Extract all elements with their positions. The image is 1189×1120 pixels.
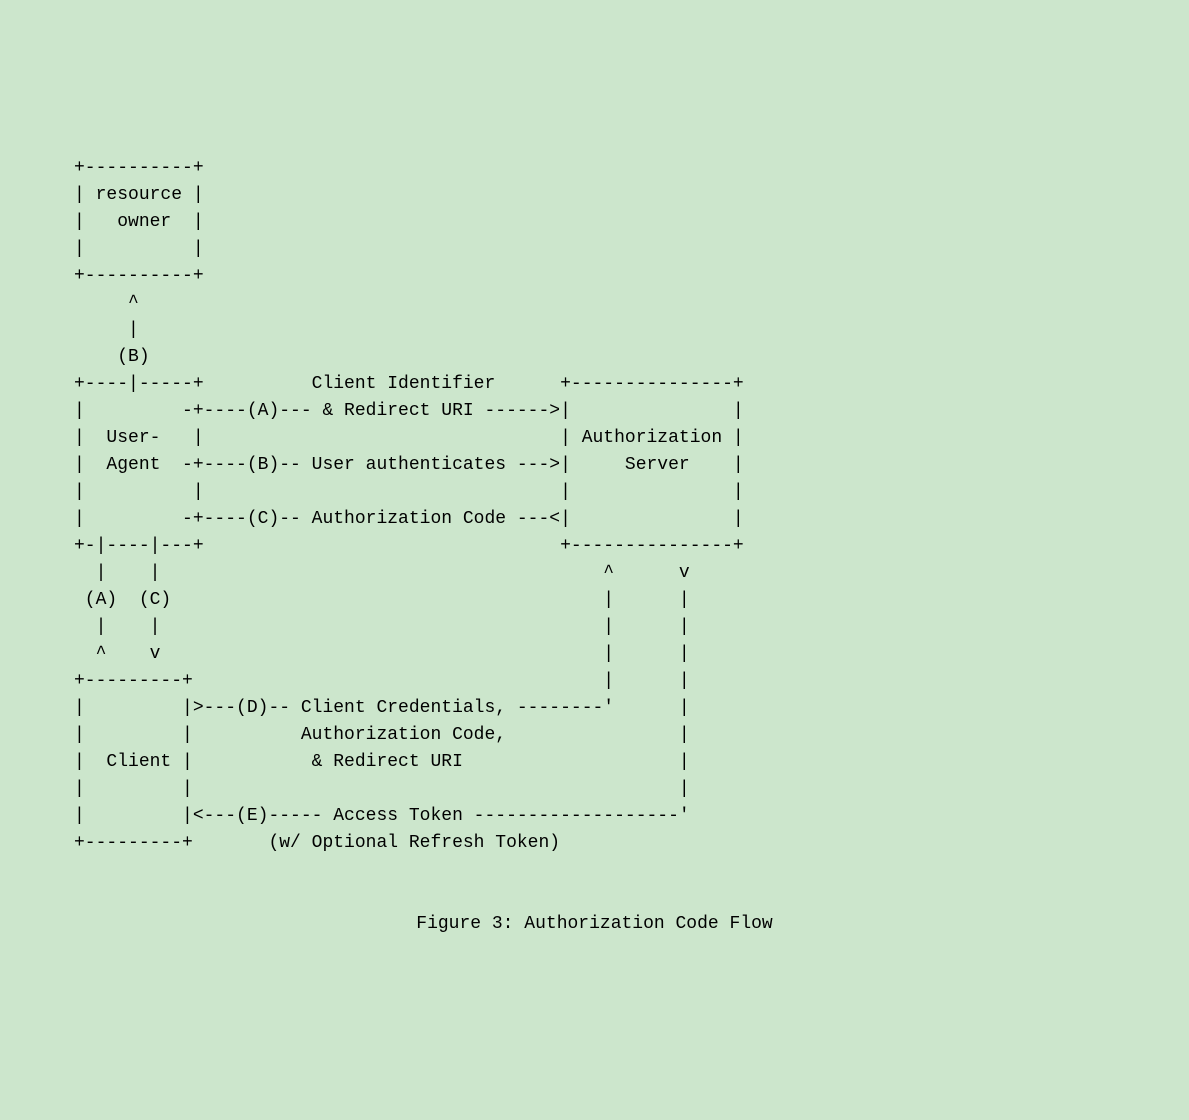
diagram-line: | resource | bbox=[20, 185, 204, 205]
diagram-line: | | | | bbox=[20, 482, 744, 502]
diagram-line: +---------+ (w/ Optional Refresh Token) bbox=[20, 833, 560, 853]
diagram-line: | | | bbox=[20, 779, 690, 799]
diagram-line: ^ v | | bbox=[20, 644, 690, 664]
diagram-line: | | | | bbox=[20, 617, 690, 637]
diagram-line: | |>---(D)-- Client Credentials, -------… bbox=[20, 698, 690, 718]
diagram-line: | | bbox=[20, 239, 204, 259]
diagram-line: | -+----(C)-- Authorization Code ---<| | bbox=[20, 509, 744, 529]
diagram-line: +-|----|---+ +---------------+ bbox=[20, 536, 744, 556]
diagram-line: | owner | bbox=[20, 212, 204, 232]
diagram-line: | bbox=[20, 320, 139, 340]
ascii-diagram: +----------+ | resource | | owner | | | … bbox=[20, 128, 1169, 965]
diagram-line: (A) (C) | | bbox=[20, 590, 690, 610]
diagram-line: +----------+ bbox=[20, 266, 204, 286]
figure-caption: Figure 3: Authorization Code Flow bbox=[20, 911, 1169, 938]
diagram-line: +----------+ bbox=[20, 158, 204, 178]
diagram-line: | Agent -+----(B)-- User authenticates -… bbox=[20, 455, 744, 475]
diagram-line: | |<---(E)----- Access Token -----------… bbox=[20, 806, 690, 826]
diagram-line: (B) bbox=[20, 347, 150, 367]
diagram-line: | User- | | Authorization | bbox=[20, 428, 744, 448]
diagram-line: | | Authorization Code, | bbox=[20, 725, 690, 745]
diagram-line: ^ bbox=[20, 293, 139, 313]
diagram-line: +---------+ | | bbox=[20, 671, 690, 691]
diagram-line: | | ^ v bbox=[20, 563, 690, 583]
diagram-line: | Client | & Redirect URI | bbox=[20, 752, 690, 772]
diagram-line: +----|-----+ Client Identifier +--------… bbox=[20, 374, 744, 394]
diagram-line: | -+----(A)--- & Redirect URI ------>| | bbox=[20, 401, 744, 421]
